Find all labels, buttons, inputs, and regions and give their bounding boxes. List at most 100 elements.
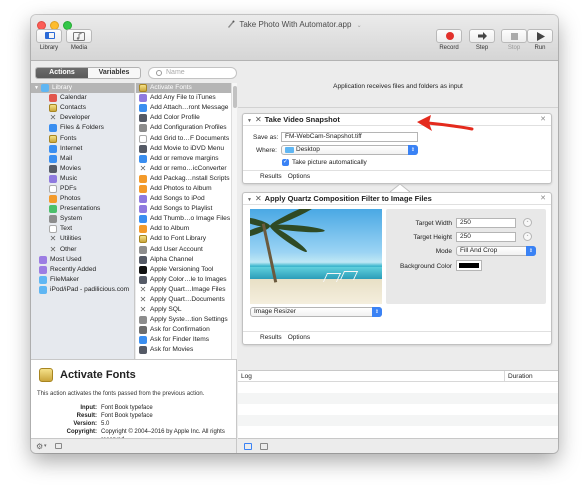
action-item[interactable]: Apply Color…le to Images — [136, 275, 235, 285]
options-tab[interactable]: Options — [288, 173, 310, 180]
variables-view-icon[interactable] — [260, 443, 268, 450]
action-item[interactable]: Add or remove margins — [136, 154, 235, 164]
library-item[interactable]: Files & Folders — [31, 123, 134, 133]
save-as-field[interactable]: FM-WebCam-Snapshot.tiff — [281, 132, 418, 142]
action-item[interactable]: Add Grid to…F Documents — [136, 133, 235, 143]
action-item[interactable]: ✕ Apply SQL — [136, 305, 235, 315]
options-tab[interactable]: Options — [288, 334, 310, 341]
chevron-down-icon[interactable]: ⌄ — [357, 23, 362, 29]
close-action-icon[interactable]: ✕ — [540, 193, 546, 205]
action-item[interactable]: Add Movie to iDVD Menu — [136, 144, 235, 154]
list-view-icon[interactable] — [244, 443, 252, 450]
log-column-header[interactable]: Log — [241, 373, 252, 380]
library-item[interactable]: Fonts — [31, 133, 134, 143]
action-item[interactable]: ✕ Apply Quart…Image Files — [136, 285, 235, 295]
target-width-stepper[interactable]: ◦ — [523, 218, 532, 227]
library-item[interactable]: Photos — [31, 194, 134, 204]
action-item[interactable]: Add Thumb…o Image Files — [136, 214, 235, 224]
action-search-input[interactable]: Name — [148, 67, 237, 79]
library-toggle-label: Library — [39, 45, 59, 51]
record-button[interactable]: Record — [436, 29, 462, 51]
media-button[interactable]: Media — [66, 29, 92, 51]
results-tab[interactable]: Results — [260, 173, 282, 180]
library-item[interactable]: Most Used — [31, 255, 134, 265]
library-item[interactable]: System — [31, 214, 134, 224]
library-toggle-button[interactable]: Library — [36, 29, 62, 51]
disclosure-triangle-icon[interactable]: ▼ — [247, 118, 252, 124]
library-item[interactable]: Recently Added — [31, 265, 134, 275]
step-button[interactable]: Step — [469, 29, 495, 51]
close-action-icon[interactable]: ✕ — [540, 114, 546, 126]
library-item[interactable]: Contacts — [31, 103, 134, 113]
library-item[interactable]: iPod/iPad - padilicious.com — [31, 285, 134, 295]
duration-column-header[interactable]: Duration — [504, 371, 533, 382]
tab-variables[interactable]: Variables — [88, 68, 140, 78]
disclosure-triangle-icon[interactable]: ▼ — [34, 83, 39, 93]
mode-value: Fill And Crop — [460, 247, 498, 254]
library-item[interactable]: Text — [31, 224, 134, 234]
colorsync-icon — [139, 255, 147, 264]
take-picture-checkbox[interactable]: ✓ — [282, 159, 289, 166]
target-height-field[interactable]: 250 — [456, 232, 516, 242]
action-item[interactable]: Ask for Finder Items — [136, 335, 235, 345]
library-item[interactable]: ✕ Developer — [31, 113, 134, 123]
action-item[interactable]: ✕ Apply Quart…Documents — [136, 295, 235, 305]
tools-icon: ✕ — [139, 163, 147, 173]
action-item[interactable]: Add Songs to iPod — [136, 194, 235, 204]
library-item[interactable]: PDFs — [31, 184, 134, 194]
disclosure-triangle-icon[interactable]: ▼ — [247, 197, 252, 203]
library-item[interactable]: Mail — [31, 154, 134, 164]
action-item[interactable]: Add User Account — [136, 245, 235, 255]
action-item[interactable]: Add Songs to Playlist — [136, 204, 235, 214]
stop-button[interactable]: Stop — [501, 29, 527, 51]
mode-popup[interactable]: Fill And Crop ⇕ — [456, 246, 536, 256]
description-toggle-icon[interactable] — [55, 443, 62, 449]
action-item[interactable]: Add Photos to Album — [136, 184, 235, 194]
gear-icon[interactable]: ⚙ — [36, 442, 43, 451]
action-item[interactable]: Ask for Movies — [136, 345, 235, 355]
log-panel: Log Duration — [238, 370, 558, 438]
library-item[interactable]: Calendar — [31, 93, 134, 103]
action-header[interactable]: ▼ ✕ Apply Quartz Composition Filter to Ima… — [243, 193, 551, 205]
library-item[interactable]: Presentations — [31, 204, 134, 214]
action-item[interactable]: Ask for Confirmation — [136, 325, 235, 335]
library-item[interactable]: ✕ Utilities — [31, 234, 134, 244]
target-height-stepper[interactable]: ◦ — [523, 232, 532, 241]
library-item[interactable]: Movies — [31, 164, 134, 174]
library-item[interactable]: ✕ Other — [31, 245, 134, 255]
where-popup[interactable]: Desktop ⇕ — [281, 145, 418, 155]
library-item-label: Utilities — [60, 235, 82, 243]
action-item-label: Apply SQL — [150, 306, 182, 314]
run-button[interactable]: Run — [527, 29, 553, 51]
action-item[interactable]: Add Any File to iTunes — [136, 93, 235, 103]
action-item[interactable]: Add to Font Library — [136, 234, 235, 244]
action-item[interactable]: Add Configuration Profiles — [136, 123, 235, 133]
action-item[interactable]: Apple Versioning Tool — [136, 265, 235, 275]
chevron-down-icon[interactable]: ▾ — [44, 443, 47, 449]
library-item[interactable]: ▼ Library — [31, 83, 134, 94]
action-item[interactable]: Add Color Profile — [136, 113, 235, 123]
target-width-field[interactable]: 250 — [456, 218, 516, 228]
action-header[interactable]: ▼ ✕ Take Video Snapshot ✕ — [243, 114, 551, 126]
action-item[interactable]: Alpha Channel — [136, 255, 235, 265]
fonts-icon — [49, 134, 57, 143]
background-color-well[interactable] — [456, 260, 482, 271]
library-item[interactable]: Internet — [31, 144, 134, 154]
action-item[interactable]: Add Packag…nstall Scripts — [136, 174, 235, 184]
action-item[interactable]: Add to Album — [136, 224, 235, 234]
action-item-label: Add or remo…icConverter — [150, 164, 227, 172]
apply-quartz-filter-action[interactable]: ▼ ✕ Apply Quartz Composition Filter to Ima… — [242, 192, 552, 345]
actions-scrollbar[interactable] — [231, 83, 237, 359]
library-item[interactable]: FileMaker — [31, 275, 134, 285]
filter-popup[interactable]: Image Resizer ⇕ — [250, 307, 382, 317]
take-video-snapshot-action[interactable]: ▼ ✕ Take Video Snapshot ✕ Save as: FM-WebC… — [242, 113, 552, 184]
action-item[interactable]: Add Attach…ront Message — [136, 103, 235, 113]
scrollbar-thumb[interactable] — [233, 86, 237, 108]
action-item[interactable]: Apply Syste…tion Settings — [136, 315, 235, 325]
library-bottom-bar: ⚙ ▾ — [31, 438, 237, 453]
results-tab[interactable]: Results — [260, 334, 282, 341]
tab-actions[interactable]: Actions — [36, 68, 88, 78]
action-item[interactable]: Activate Fonts — [136, 83, 235, 94]
library-item[interactable]: Music — [31, 174, 134, 184]
action-item[interactable]: ✕ Add or remo…icConverter — [136, 164, 235, 174]
